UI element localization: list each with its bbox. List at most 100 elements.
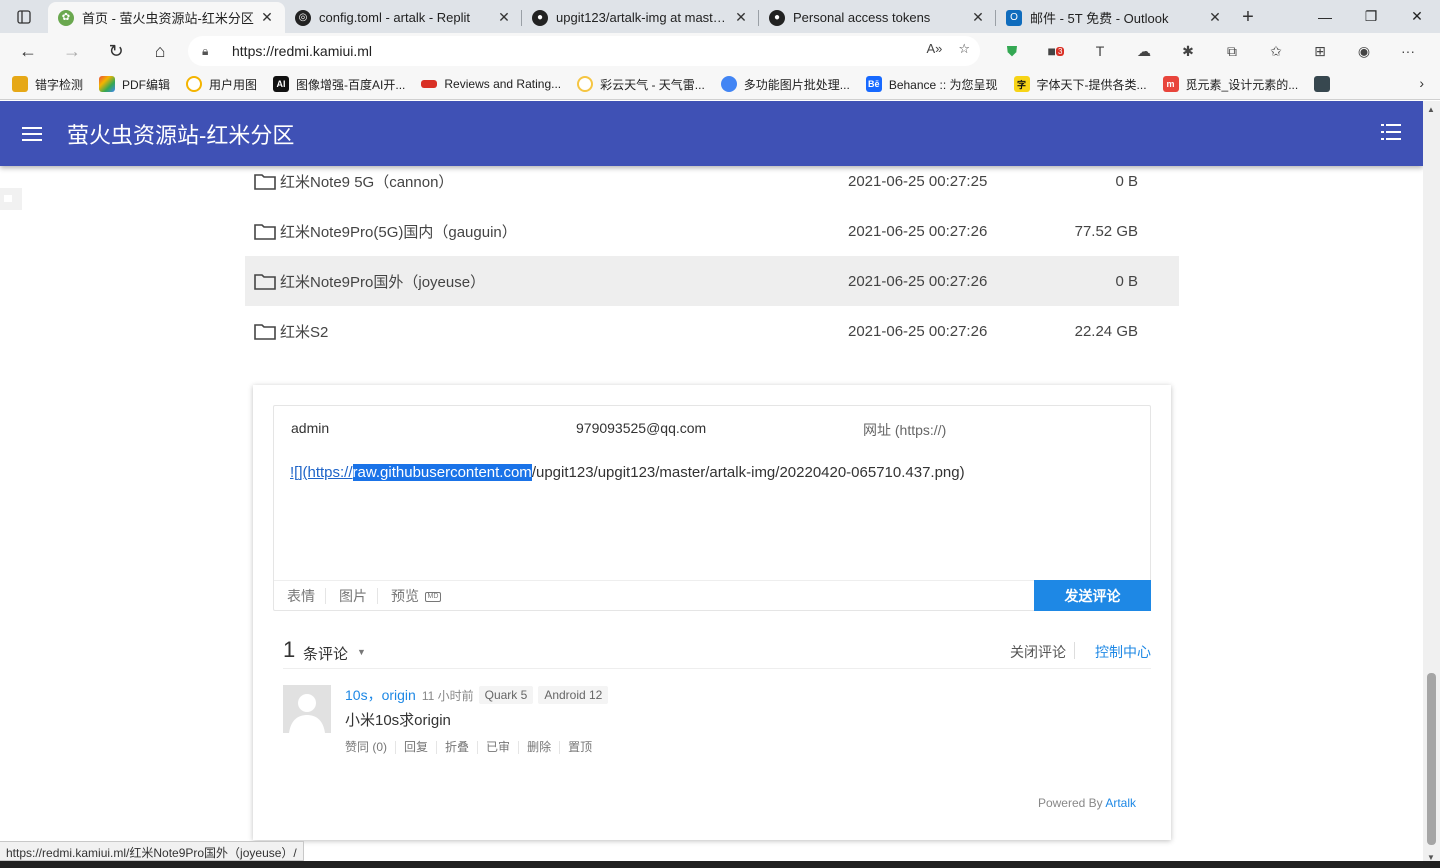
comment-textarea[interactable]: ![](https://raw.githubusercontent.com/up… bbox=[290, 464, 965, 481]
bookmark-item[interactable]: 多功能图片批处理... bbox=[720, 76, 850, 93]
text-suffix: /upgit123/upgit123/master/artalk-img/202… bbox=[531, 464, 965, 481]
tab-close-icon[interactable]: ✕ bbox=[1207, 9, 1223, 26]
side-floating-button[interactable] bbox=[0, 188, 22, 210]
bookmark-item[interactable]: PDF编辑 bbox=[99, 76, 170, 93]
comment-author[interactable]: 10s，origin bbox=[345, 685, 416, 705]
reply-button[interactable]: 回复 bbox=[396, 741, 438, 754]
github-favicon-icon: ● bbox=[769, 9, 785, 26]
avatar[interactable] bbox=[283, 685, 331, 733]
browser-tab[interactable]: O 邮件 - 5T 免费 - Outlook ✕ bbox=[996, 2, 1233, 33]
collections-icon[interactable]: ⊞ bbox=[1298, 33, 1342, 69]
cloud-extension-icon[interactable]: ☁ bbox=[1122, 33, 1166, 69]
file-name[interactable]: 红米Note9Pro(5G)国内（gauguin） bbox=[280, 221, 848, 242]
read-aloud-icon[interactable]: A» bbox=[926, 41, 942, 57]
more-menu-icon[interactable]: ··· bbox=[1386, 33, 1430, 69]
font-icon: 字 bbox=[1013, 76, 1030, 92]
profile-avatar-icon[interactable]: ◉ bbox=[1342, 33, 1386, 69]
new-tab-button[interactable]: + bbox=[1233, 2, 1263, 33]
tab-close-icon[interactable]: ✕ bbox=[259, 9, 275, 26]
tab-title: Personal access tokens bbox=[793, 10, 931, 25]
pin-button[interactable]: 置顶 bbox=[560, 741, 600, 754]
close-window-icon[interactable]: ✕ bbox=[1394, 0, 1440, 33]
extension-area: ⛊ ■ 3 T ☁ ✱ ⧉ ✩ ⊞ ◉ ··· bbox=[990, 33, 1430, 69]
file-row[interactable]: 红米Note9Pro国外（joyeuse） 2021-06-25 00:27:2… bbox=[245, 256, 1179, 306]
tab-actions-button[interactable] bbox=[0, 0, 48, 33]
browser-badge: Quark 5 bbox=[478, 686, 534, 704]
comment-count: 1 bbox=[283, 637, 296, 662]
list-view-button[interactable] bbox=[1381, 123, 1401, 146]
emoji-button[interactable]: 表情 bbox=[274, 588, 326, 604]
file-row[interactable]: 红米S2 2021-06-25 00:27:26 22.24 GB bbox=[245, 306, 1179, 356]
restore-icon[interactable]: ❐ bbox=[1348, 0, 1394, 33]
bookmark-item[interactable]: Reviews and Rating... bbox=[421, 77, 561, 91]
collapse-button[interactable]: 折叠 bbox=[437, 741, 479, 754]
forward-icon[interactable]: → bbox=[50, 33, 94, 69]
browser-tab[interactable]: ● Personal access tokens ✕ bbox=[759, 2, 996, 33]
file-size: 22.24 GB bbox=[1074, 322, 1138, 340]
file-size: 0 B bbox=[1115, 272, 1138, 290]
extension-icon[interactable]: ✱ bbox=[1166, 33, 1210, 69]
bookmark-item[interactable]: 彩云天气 - 天气雷... bbox=[577, 76, 705, 93]
bookmark-item[interactable]: 错字检测 bbox=[12, 76, 83, 93]
refresh-icon[interactable]: ↻ bbox=[94, 33, 138, 69]
bookmark-label: 图像增强-百度AI开... bbox=[296, 77, 406, 92]
sort-dropdown-icon[interactable]: ▼ bbox=[357, 647, 366, 657]
website-field[interactable]: 网址 (https://) bbox=[863, 420, 946, 440]
commenter-info-row: admin 979093525@qq.com 网址 (https://) bbox=[274, 406, 1150, 450]
reviews-icon bbox=[421, 80, 438, 88]
file-row[interactable]: 红米Note9Pro(5G)国内（gauguin） 2021-06-25 00:… bbox=[245, 206, 1179, 256]
shield-extension-icon[interactable]: ⛊ bbox=[990, 33, 1034, 69]
extension-badge-icon[interactable]: ■ 3 bbox=[1034, 33, 1078, 69]
menu-button[interactable] bbox=[0, 101, 64, 166]
minimize-icon[interactable]: — bbox=[1302, 0, 1348, 33]
browser-tab[interactable]: ✿ 首页 - 萤火虫资源站-红米分区 ✕ bbox=[48, 2, 285, 33]
file-name[interactable]: 红米Note9 5G（cannon） bbox=[280, 171, 848, 192]
send-comment-button[interactable]: 发送评论 bbox=[1034, 580, 1151, 611]
scrollbar-thumb[interactable] bbox=[1427, 673, 1436, 845]
file-name[interactable]: 红米Note9Pro国外（joyeuse） bbox=[280, 271, 848, 292]
bookmark-item[interactable]: AI 图像增强-百度AI开... bbox=[273, 76, 405, 93]
tab-close-icon[interactable]: ✕ bbox=[733, 9, 749, 26]
nickname-field[interactable]: admin bbox=[291, 420, 329, 436]
extensions-puzzle-icon[interactable]: ⧉ bbox=[1210, 33, 1254, 69]
comment-item: 10s，origin 11 小时前 Quark 5 Android 12 小米1… bbox=[283, 685, 1151, 765]
favorites-icon[interactable]: ✩ bbox=[1254, 33, 1298, 69]
control-center-link[interactable]: 控制中心 bbox=[1095, 642, 1151, 662]
back-icon[interactable]: ← bbox=[6, 33, 50, 69]
site-title[interactable]: 萤火虫资源站-红米分区 bbox=[67, 118, 294, 150]
bookmark-item[interactable]: Bē Behance :: 为您呈现 bbox=[865, 76, 998, 93]
preview-button[interactable]: 预览 MD bbox=[378, 588, 451, 604]
vote-up-button[interactable]: 赞同 (0) bbox=[345, 741, 397, 754]
browser-tab[interactable]: ● upgit123/artalk-img at master · u ✕ bbox=[522, 2, 759, 33]
github-favicon-icon: ● bbox=[532, 9, 548, 26]
image-button[interactable]: 图片 bbox=[326, 588, 378, 604]
bookmarks-overflow-icon[interactable]: › bbox=[1419, 75, 1424, 91]
bookmark-item[interactable] bbox=[1314, 76, 1337, 92]
markdown-icon[interactable]: MD bbox=[425, 592, 441, 603]
bookmark-item[interactable]: 字字体天下-提供各类... bbox=[1013, 76, 1147, 93]
tab-close-icon[interactable]: ✕ bbox=[496, 9, 512, 26]
add-favorite-icon[interactable]: ☆ bbox=[958, 41, 970, 57]
bookmarks-bar: 错字检测 PDF编辑 用户用图 AI 图像增强-百度AI开... Reviews … bbox=[0, 69, 1440, 100]
file-date: 2021-06-25 00:27:25 bbox=[848, 172, 988, 190]
artalk-link[interactable]: Artalk bbox=[1105, 796, 1136, 810]
close-comments-link[interactable]: 关闭评论 bbox=[1010, 642, 1066, 662]
comment-content: 小米10s求origin bbox=[345, 712, 451, 729]
text-extension-icon[interactable]: T bbox=[1078, 33, 1122, 69]
bookmark-item[interactable]: 用户用图 bbox=[186, 76, 257, 93]
comment-meta: 10s，origin 11 小时前 Quark 5 Android 12 bbox=[345, 685, 613, 705]
bookmark-label: PDF编辑 bbox=[122, 77, 171, 92]
bookmark-item[interactable]: m 觅元素_设计元素的... bbox=[1162, 76, 1298, 93]
file-name[interactable]: 红米S2 bbox=[280, 321, 848, 342]
home-icon[interactable]: ⌂ bbox=[138, 33, 182, 69]
audit-button[interactable]: 已审 bbox=[478, 741, 520, 754]
scroll-up-icon[interactable]: ▲ bbox=[1427, 105, 1435, 114]
delete-button[interactable]: 删除 bbox=[519, 741, 561, 754]
page-scrollbar[interactable]: ▲ ▼ bbox=[1423, 101, 1440, 868]
tab-close-icon[interactable]: ✕ bbox=[970, 9, 986, 26]
email-field[interactable]: 979093525@qq.com bbox=[576, 420, 706, 436]
address-bar[interactable]: 🔒︎ https://redmi.kamiui.ml A» ☆ bbox=[188, 36, 980, 66]
tab-title: upgit123/artalk-img at master · u bbox=[556, 10, 733, 25]
lock-icon: 🔒︎ bbox=[202, 43, 209, 58]
browser-tab[interactable]: ◎ config.toml - artalk - Replit ✕ bbox=[285, 2, 522, 33]
